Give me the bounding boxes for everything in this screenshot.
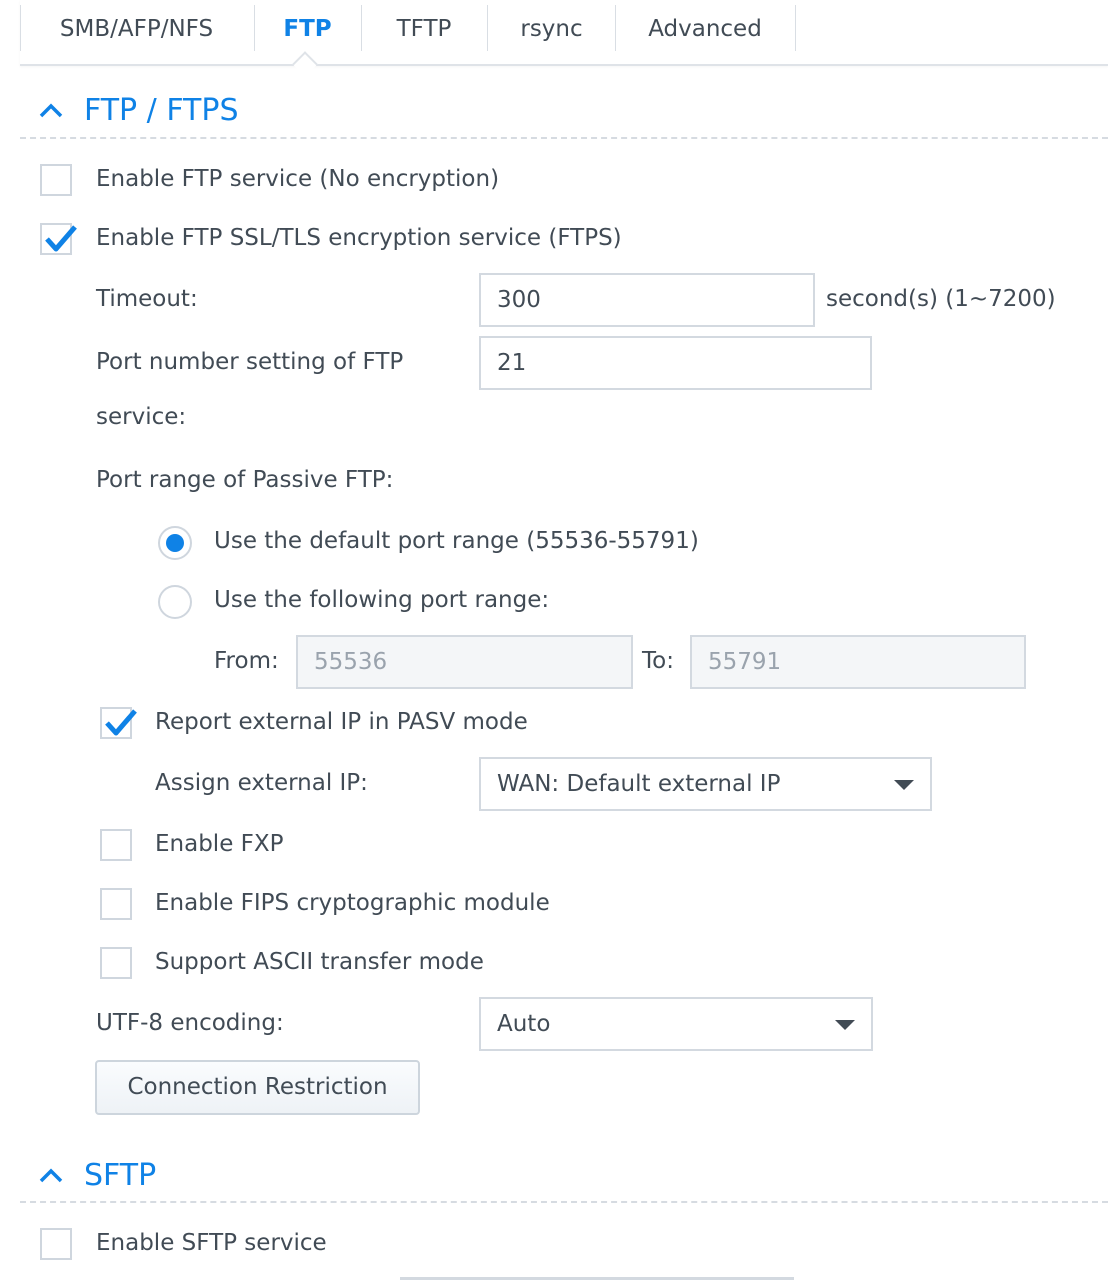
timeout-input[interactable]: 300 bbox=[479, 273, 815, 327]
enable-ftp-label: Enable FTP service (No encryption) bbox=[96, 166, 500, 192]
utf8-encoding-label: UTF-8 encoding: bbox=[96, 1010, 284, 1036]
enable-ftps-checkbox[interactable] bbox=[40, 223, 77, 255]
assign-external-ip-label: Assign external IP: bbox=[155, 770, 368, 796]
radio-selected-dot bbox=[166, 534, 184, 552]
timeout-unit: second(s) (1~7200) bbox=[826, 286, 1056, 312]
chevron-up-icon bbox=[39, 103, 63, 118]
enable-sftp-label: Enable SFTP service bbox=[96, 1230, 327, 1256]
tab-tftp[interactable]: TFTP bbox=[362, 4, 486, 52]
tab-divider bbox=[795, 5, 796, 51]
enable-fips-label: Enable FIPS cryptographic module bbox=[155, 890, 550, 916]
ascii-mode-checkbox[interactable] bbox=[100, 947, 132, 979]
checkmark-icon bbox=[45, 225, 77, 252]
utf8-encoding-value: Auto bbox=[497, 1011, 551, 1037]
port-label-cont: service: bbox=[96, 404, 187, 430]
dropdown-arrow-icon bbox=[894, 780, 914, 790]
custom-port-range-label: Use the following port range: bbox=[214, 587, 550, 613]
report-external-ip-checkbox[interactable] bbox=[100, 707, 137, 739]
tab-rsync[interactable]: rsync bbox=[488, 4, 615, 52]
port-input[interactable]: 21 bbox=[479, 336, 872, 390]
from-port-input[interactable]: 55536 bbox=[296, 635, 633, 689]
ascii-mode-label: Support ASCII transfer mode bbox=[155, 949, 484, 975]
passive-range-label: Port range of Passive FTP: bbox=[96, 467, 394, 493]
enable-sftp-checkbox[interactable] bbox=[40, 1228, 72, 1260]
default-port-range-radio[interactable] bbox=[158, 526, 192, 560]
timeout-label: Timeout: bbox=[96, 286, 198, 312]
enable-ftp-checkbox[interactable] bbox=[40, 164, 72, 196]
assign-external-ip-value: WAN: Default external IP bbox=[497, 771, 781, 797]
report-external-ip-label: Report external IP in PASV mode bbox=[155, 709, 528, 735]
assign-external-ip-select[interactable]: WAN: Default external IP bbox=[479, 757, 932, 811]
section-title: FTP / FTPS bbox=[84, 92, 239, 128]
connection-restriction-button[interactable]: Connection Restriction bbox=[95, 1060, 420, 1115]
tab-smb-afp-nfs[interactable]: SMB/AFP/NFS bbox=[20, 4, 253, 52]
chevron-up-icon bbox=[39, 1168, 63, 1183]
enable-fips-checkbox[interactable] bbox=[100, 888, 132, 920]
section-title: SFTP bbox=[84, 1157, 157, 1193]
section-header-sftp[interactable]: SFTP bbox=[38, 1155, 156, 1195]
to-port-input[interactable]: 55791 bbox=[690, 635, 1026, 689]
section-header-ftp-ftps[interactable]: FTP / FTPS bbox=[38, 90, 239, 130]
port-label: Port number setting of FTP bbox=[96, 349, 404, 375]
section-divider bbox=[20, 1201, 1108, 1203]
enable-fxp-label: Enable FXP bbox=[155, 831, 284, 857]
to-label: To: bbox=[642, 648, 674, 674]
custom-port-range-radio[interactable] bbox=[158, 585, 192, 619]
section-divider bbox=[20, 137, 1108, 139]
tab-ftp[interactable]: FTP bbox=[255, 4, 360, 52]
checkmark-icon bbox=[105, 709, 137, 736]
tab-bar: SMB/AFP/NFS FTP TFTP rsync Advanced bbox=[20, 0, 1108, 66]
dropdown-arrow-icon bbox=[835, 1020, 855, 1030]
from-label: From: bbox=[214, 648, 279, 674]
enable-fxp-checkbox[interactable] bbox=[100, 829, 132, 861]
default-port-range-label: Use the default port range (55536-55791) bbox=[214, 528, 699, 554]
enable-ftps-label: Enable FTP SSL/TLS encryption service (F… bbox=[96, 225, 622, 251]
utf8-encoding-select[interactable]: Auto bbox=[479, 997, 873, 1051]
tab-advanced[interactable]: Advanced bbox=[616, 4, 794, 52]
